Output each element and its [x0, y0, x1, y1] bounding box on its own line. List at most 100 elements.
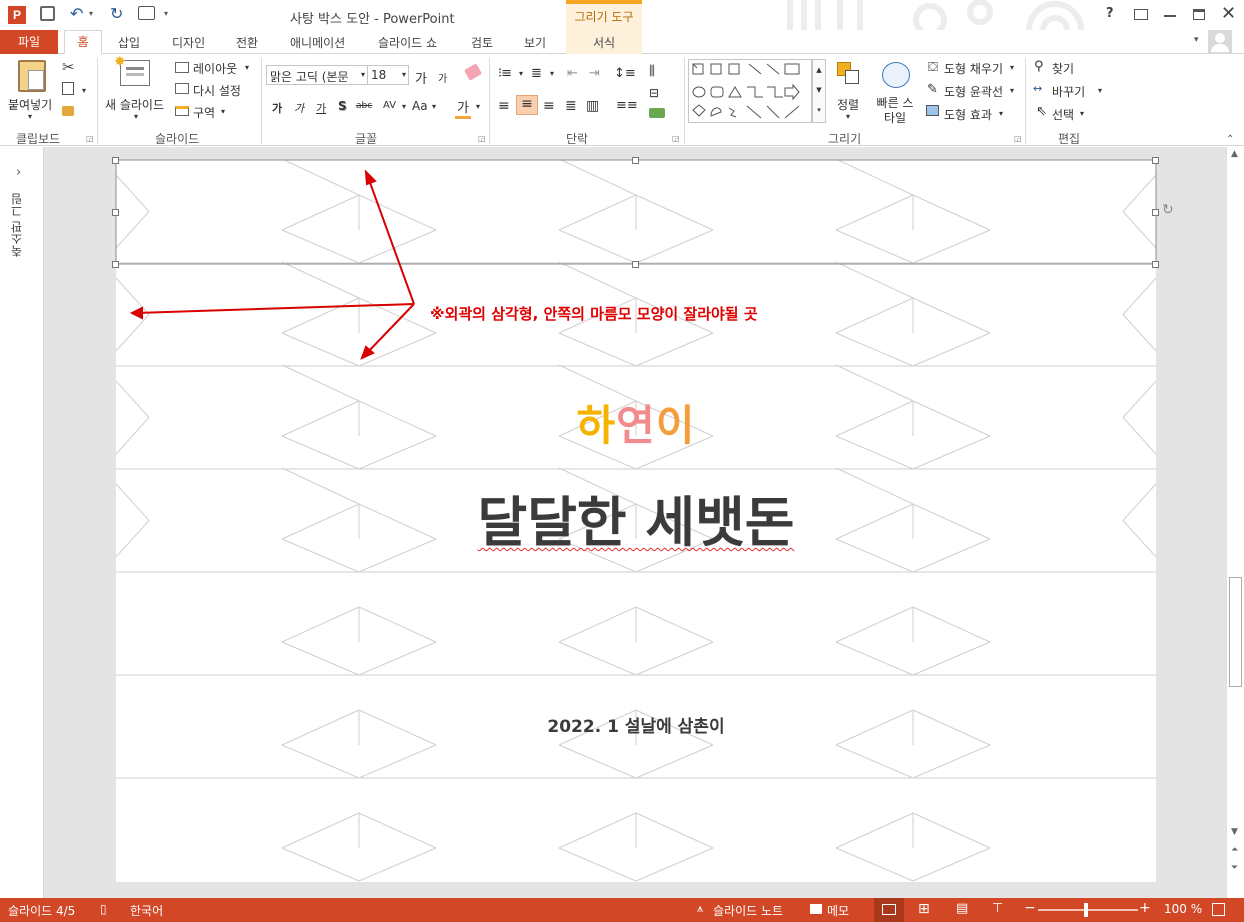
tab-design[interactable]: 디자인: [172, 34, 205, 51]
resize-handle-left[interactable]: [112, 209, 119, 216]
rotate-handle-icon[interactable]: ↻: [1162, 202, 1174, 218]
shape-fill-dropdown-icon[interactable]: ▾: [1010, 63, 1014, 72]
italic-button[interactable]: 가: [294, 100, 304, 116]
grow-font-button[interactable]: 가: [415, 68, 427, 87]
justify-icon[interactable]: ≣: [565, 98, 577, 114]
find-icon[interactable]: ⚲: [1034, 59, 1044, 74]
close-button[interactable]: ✕: [1221, 3, 1236, 24]
align-text-icon[interactable]: ⊟: [649, 86, 659, 100]
align-right-icon[interactable]: ≡: [543, 98, 555, 114]
drawing-dialog-launcher-icon[interactable]: ◲: [1014, 134, 1022, 143]
resize-handle-top[interactable]: [632, 157, 639, 164]
account-avatar[interactable]: [1208, 30, 1232, 54]
new-slide-button[interactable]: 새 슬라이드: [105, 96, 164, 113]
clear-formatting-icon[interactable]: [463, 63, 483, 81]
undo-dropdown-icon[interactable]: ▾: [89, 9, 93, 18]
columns-icon[interactable]: ≡≡: [616, 98, 638, 113]
fit-to-window-icon[interactable]: [1212, 903, 1225, 916]
format-painter-icon[interactable]: [62, 106, 74, 116]
resize-handle-top-right[interactable]: [1152, 157, 1159, 164]
paste-dropdown-icon[interactable]: ▾: [28, 112, 32, 121]
shape-outline-button[interactable]: 도형 윤곽선: [944, 83, 1003, 100]
shape-outline-dropdown-icon[interactable]: ▾: [1010, 86, 1014, 95]
font-color-button[interactable]: 가: [455, 97, 471, 119]
fill-icon[interactable]: ⛋: [928, 60, 938, 75]
font-name-dropdown-icon[interactable]: ▾: [361, 70, 365, 79]
previous-slide-icon[interactable]: ⏶: [1231, 845, 1238, 855]
maximize-button[interactable]: [1193, 9, 1205, 20]
select-dropdown-icon[interactable]: ▾: [1080, 109, 1084, 118]
tab-animations[interactable]: 애니메이션: [290, 34, 345, 51]
collapse-ribbon-icon[interactable]: ⌃: [1226, 134, 1234, 145]
paragraph-dialog-launcher-icon[interactable]: ◲: [672, 134, 680, 143]
zoom-slider[interactable]: [1038, 903, 1138, 917]
customize-toolbar-icon[interactable]: ▾: [164, 9, 168, 18]
resize-handle-bottom-left[interactable]: [112, 261, 119, 268]
vertical-scrollbar[interactable]: ▲ ▼ ⏶ ⏷: [1226, 147, 1244, 898]
new-slide-dropdown-icon[interactable]: ▾: [134, 112, 138, 121]
shrink-font-button[interactable]: 가: [438, 70, 447, 85]
zoom-slider-thumb[interactable]: [1084, 903, 1088, 917]
align-center-icon[interactable]: ≡: [516, 95, 538, 115]
copy-icon[interactable]: [62, 82, 74, 95]
undo-icon[interactable]: ↶: [70, 4, 83, 23]
replace-button[interactable]: 바꾸기: [1052, 83, 1085, 100]
resize-handle-bottom-right[interactable]: [1152, 261, 1159, 268]
notes-icon[interactable]: ⩚: [697, 902, 703, 916]
language-indicator[interactable]: 한국어: [130, 902, 163, 919]
reset-button[interactable]: 다시 설정: [193, 82, 241, 99]
shadow-button[interactable]: S: [338, 99, 347, 113]
bullets-dropdown-icon[interactable]: ▾: [519, 69, 523, 78]
zoom-out-button[interactable]: −: [1024, 900, 1036, 916]
next-slide-icon[interactable]: ⏷: [1231, 863, 1238, 873]
replace-icon[interactable]: ↔: [1033, 82, 1042, 95]
quick-styles-icon[interactable]: [882, 62, 910, 88]
zoom-level[interactable]: 100 %: [1164, 902, 1202, 916]
arrange-icon[interactable]: [837, 62, 861, 86]
help-button[interactable]: ?: [1106, 6, 1114, 21]
reading-view-icon[interactable]: ▤: [956, 901, 968, 916]
layout-button[interactable]: 레이아웃: [193, 60, 237, 77]
distributed-icon[interactable]: ▥: [586, 98, 599, 114]
cut-icon[interactable]: ✂: [62, 58, 75, 76]
numbering-dropdown-icon[interactable]: ▾: [550, 69, 554, 78]
zoom-in-button[interactable]: +: [1139, 900, 1151, 916]
character-spacing-button[interactable]: AV: [383, 100, 396, 111]
tab-home[interactable]: 홈: [64, 30, 102, 55]
clipboard-dialog-launcher-icon[interactable]: ◲: [86, 134, 94, 143]
tab-transitions[interactable]: 전환: [236, 34, 258, 51]
redo-icon[interactable]: ↻: [110, 4, 123, 23]
smartart-icon[interactable]: [649, 108, 665, 118]
line-spacing-icon[interactable]: ↕≡: [614, 66, 636, 81]
shape-effects-button[interactable]: 도형 효과: [944, 106, 992, 123]
select-icon[interactable]: ⇖: [1036, 104, 1047, 119]
font-color-dropdown-icon[interactable]: ▾: [476, 102, 480, 111]
decrease-indent-icon[interactable]: ⇤: [567, 66, 578, 81]
shape-effects-dropdown-icon[interactable]: ▾: [999, 109, 1003, 118]
font-dialog-launcher-icon[interactable]: ◲: [478, 134, 486, 143]
shape-fill-button[interactable]: 도형 채우기: [944, 60, 1003, 77]
arrange-dropdown-icon[interactable]: ▾: [846, 112, 850, 121]
layout-dropdown-icon[interactable]: ▾: [245, 63, 249, 72]
font-name-select[interactable]: 맑은 고딕 (본문 ▾: [266, 65, 368, 85]
comments-icon[interactable]: [810, 904, 822, 914]
scroll-down-icon[interactable]: ▼: [1231, 827, 1238, 837]
comments-button[interactable]: 메모: [827, 902, 849, 919]
slideshow-view-icon[interactable]: ⊤: [992, 901, 1003, 916]
copy-dropdown-icon[interactable]: ▾: [82, 86, 86, 95]
layout-icon[interactable]: [175, 62, 189, 73]
start-slideshow-icon[interactable]: [138, 6, 155, 20]
slide-sorter-view-icon[interactable]: ⊞: [918, 901, 930, 917]
resize-handle-bottom[interactable]: [632, 261, 639, 268]
minimize-button[interactable]: [1164, 15, 1176, 17]
section-button[interactable]: 구역: [193, 104, 215, 121]
quick-styles-button[interactable]: 빠른 스타일: [873, 96, 917, 126]
font-size-select[interactable]: 18 ▾: [367, 65, 409, 85]
slide-position[interactable]: 슬라이드 4/5: [8, 902, 75, 919]
tab-insert[interactable]: 삽입: [118, 34, 140, 51]
numbering-icon[interactable]: ≣: [531, 66, 542, 81]
text-direction-icon[interactable]: ⫼: [649, 64, 655, 79]
tab-slideshow[interactable]: 슬라이드 쇼: [378, 34, 437, 51]
find-button[interactable]: 찾기: [1052, 60, 1074, 77]
increase-indent-icon[interactable]: ⇥: [589, 66, 600, 81]
